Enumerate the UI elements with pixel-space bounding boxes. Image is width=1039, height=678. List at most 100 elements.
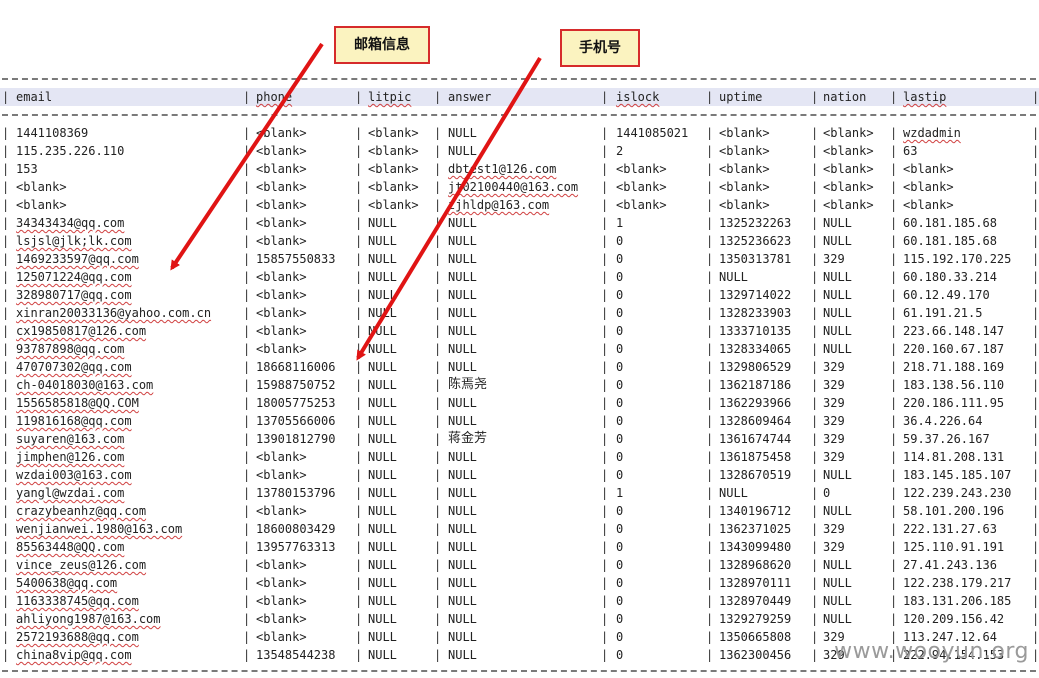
cell-nation: 329 <box>823 540 845 554</box>
cell-lastip: <blank> <box>903 162 954 176</box>
cell-answer: NULL <box>448 468 477 482</box>
column-divider: | <box>2 270 10 284</box>
column-divider: | <box>706 180 714 194</box>
column-divider: | <box>706 432 714 446</box>
column-divider: | <box>2 306 10 320</box>
table-row: | | | | | | | | | jimphen@126.com <blank> NULL NULL 0… <box>0 448 1039 466</box>
column-divider: | <box>355 414 363 428</box>
cell-islock: 0 <box>616 576 624 590</box>
cell-email: 125071224@qq.com <box>16 270 132 284</box>
column-divider: | <box>1032 540 1039 554</box>
column-divider: | <box>243 558 251 572</box>
column-divider: | <box>890 144 898 158</box>
cell-lastip: 58.101.200.196 <box>903 504 1005 518</box>
cell-email: lsjsl@jlk;lk.com <box>16 234 132 248</box>
cell-answer: NULL <box>448 576 477 590</box>
cell-uptime: 1329806529 <box>719 360 792 374</box>
column-header-nation: nation <box>823 90 867 104</box>
column-divider: | <box>706 90 714 104</box>
column-divider: | <box>601 414 609 428</box>
column-divider: | <box>434 630 442 644</box>
column-divider: | <box>811 162 819 176</box>
cell-email: ch-04018030@163.com <box>16 378 154 392</box>
column-divider: | <box>1032 90 1039 104</box>
cell-uptime: 1362293966 <box>719 396 792 410</box>
column-divider: | <box>243 360 251 374</box>
column-divider: | <box>811 234 819 248</box>
column-divider: | <box>434 216 442 230</box>
cell-email: 1441108369 <box>16 126 89 140</box>
column-divider: | <box>243 306 251 320</box>
column-divider: | <box>601 288 609 302</box>
column-divider: | <box>811 90 819 104</box>
cell-answer: NULL <box>448 342 477 356</box>
column-divider: | <box>243 504 251 518</box>
cell-answer: zjhldp@163.com <box>448 198 550 212</box>
cell-lastip: 125.110.91.191 <box>903 540 1005 554</box>
column-divider: | <box>890 414 898 428</box>
cell-litpic: NULL <box>368 450 397 464</box>
table-row: | | | | | | | | | suyaren@163.com 13901812790 NULL 蒋… <box>0 430 1039 448</box>
column-divider: | <box>243 324 251 338</box>
column-divider: | <box>434 90 442 104</box>
column-divider: | <box>355 594 363 608</box>
column-divider: | <box>243 198 251 212</box>
cell-islock: 0 <box>616 522 624 536</box>
column-divider: | <box>706 162 714 176</box>
cell-lastip: 122.239.243.230 <box>903 486 1012 500</box>
cell-phone: <blank> <box>256 576 307 590</box>
cell-phone: <blank> <box>256 468 307 482</box>
table-row: | | | | | | | | | <blank> <blank> <blank> jt02100440… <box>0 178 1039 196</box>
cell-email: 119816168@qq.com <box>16 414 132 428</box>
column-divider: | <box>706 594 714 608</box>
cell-litpic: <blank> <box>368 162 419 176</box>
column-divider: | <box>890 504 898 518</box>
column-divider: | <box>2 324 10 338</box>
cell-islock: 1 <box>616 486 624 500</box>
column-divider: | <box>890 576 898 590</box>
column-divider: | <box>355 450 363 464</box>
column-divider: | <box>355 432 363 446</box>
column-divider: | <box>1032 198 1039 212</box>
cell-phone: 13705566006 <box>256 414 336 428</box>
cell-islock: 0 <box>616 396 624 410</box>
column-divider: | <box>1032 324 1039 338</box>
cell-islock: 0 <box>616 252 624 266</box>
cell-litpic: <blank> <box>368 144 419 158</box>
cell-uptime: NULL <box>719 270 748 284</box>
column-divider: | <box>601 468 609 482</box>
column-divider: | <box>811 558 819 572</box>
cell-nation: NULL <box>823 468 852 482</box>
column-divider: | <box>890 306 898 320</box>
column-divider: | <box>355 648 363 662</box>
column-divider: | <box>706 486 714 500</box>
cell-lastip: 60.180.33.214 <box>903 270 997 284</box>
column-divider: | <box>706 576 714 590</box>
cell-email: 85563448@QQ.com <box>16 540 125 554</box>
column-divider: | <box>2 432 10 446</box>
cell-answer: NULL <box>448 288 477 302</box>
cell-phone: 18668116006 <box>256 360 336 374</box>
column-divider: | <box>706 360 714 374</box>
column-divider: | <box>434 270 442 284</box>
cell-islock: 0 <box>616 450 624 464</box>
cell-phone: <blank> <box>256 504 307 518</box>
column-divider: | <box>2 522 10 536</box>
table-row: | | | | | | | | | 115.235.226.110 <blank> <blank> NU… <box>0 142 1039 160</box>
column-divider: | <box>1032 144 1039 158</box>
cell-uptime: 1328968620 <box>719 558 792 572</box>
column-divider: | <box>355 396 363 410</box>
column-divider: | <box>1032 126 1039 140</box>
cell-uptime: 1328233903 <box>719 306 792 320</box>
cell-uptime: 1362187186 <box>719 378 792 392</box>
cell-phone: <blank> <box>256 450 307 464</box>
cell-answer: 蒋金芳 <box>448 431 488 446</box>
column-divider: | <box>811 144 819 158</box>
cell-islock: 0 <box>616 648 624 662</box>
column-header-phone: phone <box>256 90 293 104</box>
column-divider: | <box>243 144 251 158</box>
table-row: | | | | | | | | | cx19850817@126.com <blank> NULL NU… <box>0 322 1039 340</box>
cell-answer: NULL <box>448 270 477 284</box>
cell-answer: NULL <box>448 594 477 608</box>
cell-lastip: <blank> <box>903 198 954 212</box>
